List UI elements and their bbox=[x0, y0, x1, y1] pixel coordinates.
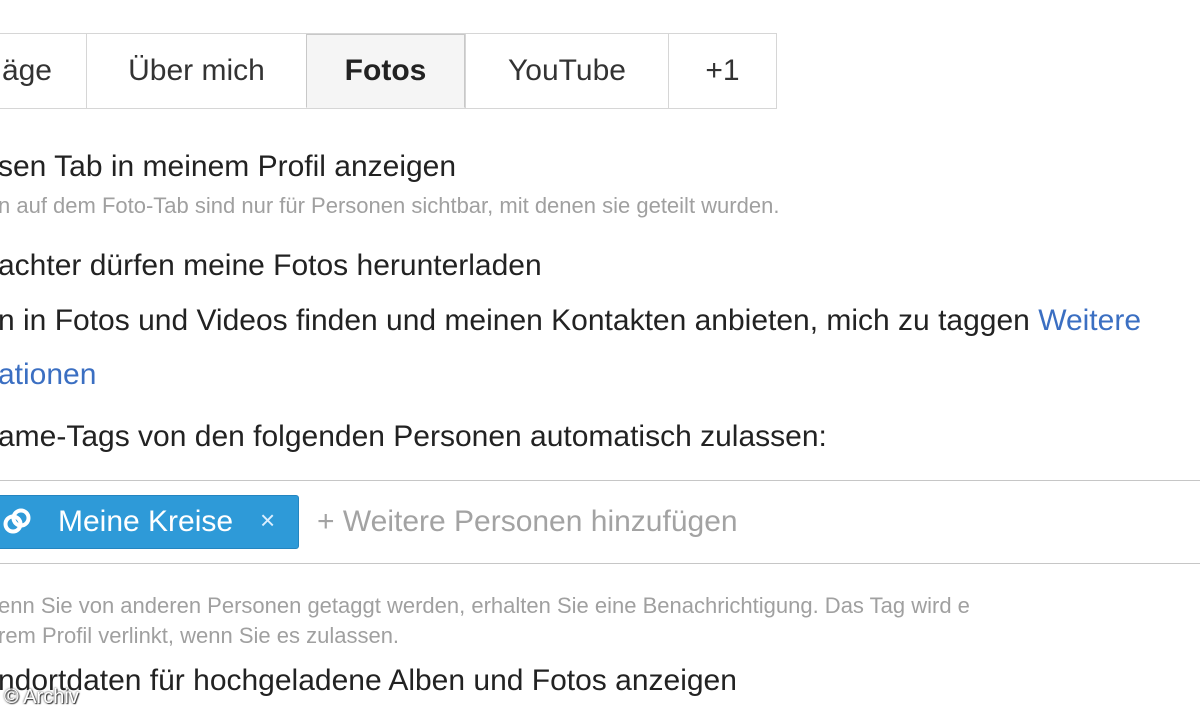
photo-settings-page: äge Über mich Fotos YouTube +1 sen Tab i… bbox=[0, 0, 1200, 720]
find-me-setting[interactable]: n in Fotos und Videos finden und meinen … bbox=[0, 304, 1141, 338]
more-info-link-continued[interactable]: ationen bbox=[0, 358, 96, 392]
tab-ueber-mich[interactable]: Über mich bbox=[86, 34, 306, 108]
more-info-link[interactable]: Weitere bbox=[1038, 304, 1141, 337]
tab-youtube[interactable]: YouTube bbox=[465, 34, 668, 108]
name-tags-people-box[interactable]: Meine Kreise × bbox=[0, 480, 1200, 564]
show-tab-setting-hint: n auf dem Foto-Tab sind nur für Personen… bbox=[0, 193, 780, 218]
circle-chip-meine-kreise[interactable]: Meine Kreise × bbox=[0, 495, 299, 549]
auto-tags-setting-label[interactable]: ame-Tags von den folgenden Personen auto… bbox=[0, 420, 827, 454]
chip-label: Meine Kreise bbox=[58, 505, 234, 538]
tab-beitraege[interactable]: äge bbox=[0, 34, 86, 108]
tab-plus-one[interactable]: +1 bbox=[668, 34, 776, 108]
copyright-watermark: © Archiv bbox=[4, 686, 79, 708]
chip-remove-icon[interactable]: × bbox=[260, 505, 275, 536]
profile-tabs: äge Über mich Fotos YouTube +1 bbox=[0, 33, 777, 109]
tab-fotos[interactable]: Fotos bbox=[306, 34, 465, 108]
auto-tags-hint-line-2: rem Profil verlinkt, wenn Sie es zulasse… bbox=[0, 623, 400, 648]
show-tab-setting-label[interactable]: sen Tab in meinem Profil anzeigen bbox=[0, 150, 456, 184]
circles-link-icon bbox=[3, 508, 31, 534]
add-people-input[interactable] bbox=[317, 495, 1177, 549]
find-me-setting-label: n in Fotos und Videos finden und meinen … bbox=[0, 304, 1030, 337]
allow-download-setting-label[interactable]: achter dürfen meine Fotos herunterladen bbox=[0, 249, 542, 283]
location-setting-label[interactable]: ndortdaten für hochgeladene Alben und Fo… bbox=[0, 664, 737, 698]
auto-tags-hint-line-1: enn Sie von anderen Personen getaggt wer… bbox=[0, 593, 970, 618]
